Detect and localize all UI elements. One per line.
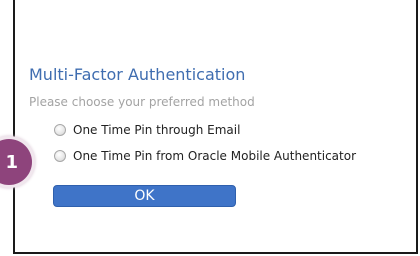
option-email-pin[interactable]: One Time Pin through Email	[54, 123, 240, 137]
option-mobile-authenticator[interactable]: One Time Pin from Oracle Mobile Authenti…	[54, 149, 356, 163]
ok-button[interactable]: OK	[53, 185, 236, 207]
mobile-authenticator-label: One Time Pin from Oracle Mobile Authenti…	[73, 149, 357, 163]
dialog-title: Multi-Factor Authentication	[29, 65, 246, 84]
mobile-authenticator-radio[interactable]	[54, 150, 66, 162]
email-pin-label: One Time Pin through Email	[73, 123, 241, 137]
step-number-text: 1	[5, 151, 18, 173]
dialog-subtitle: Please choose your preferred method	[29, 95, 255, 109]
email-pin-radio[interactable]	[54, 124, 66, 136]
mfa-dialog: Multi-Factor Authentication Please choos…	[13, 0, 418, 254]
